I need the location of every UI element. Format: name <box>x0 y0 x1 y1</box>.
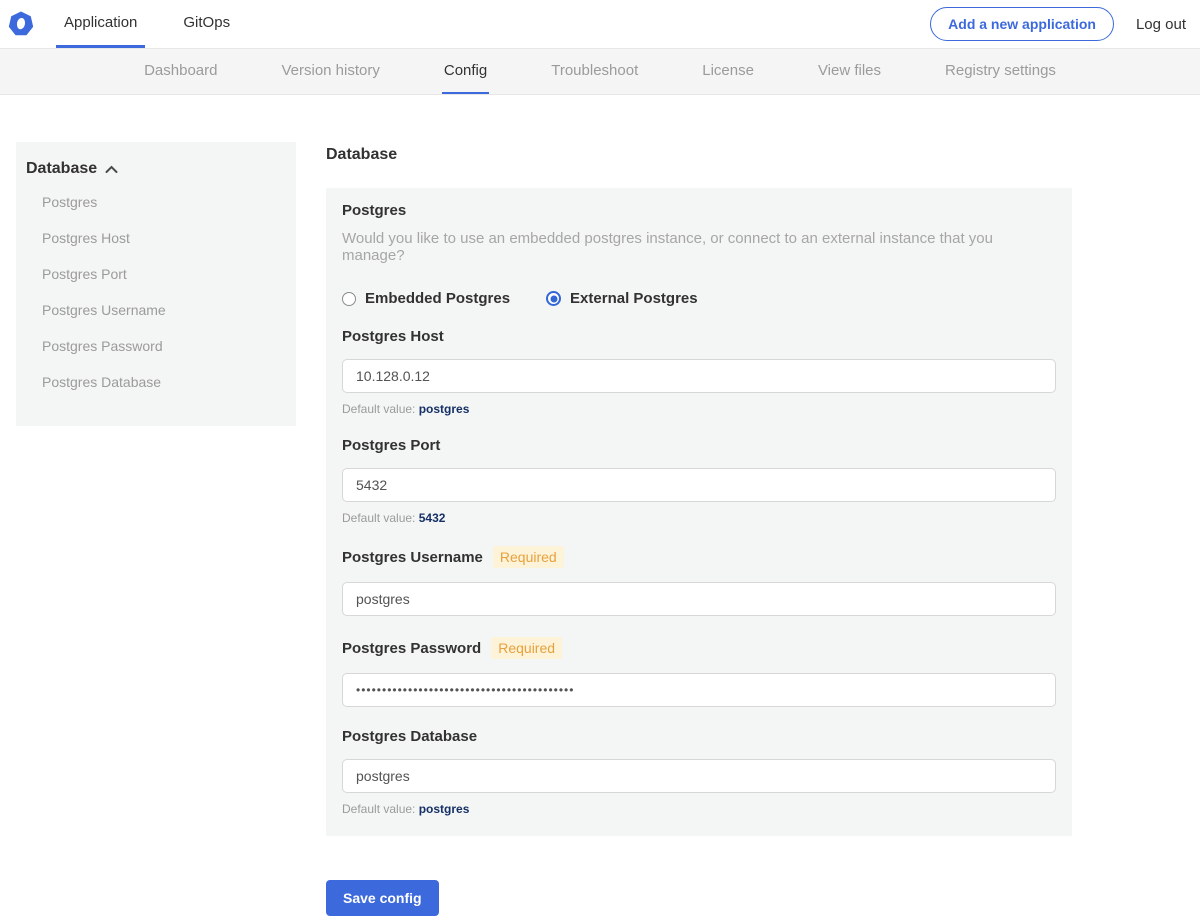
subnav-license[interactable]: License <box>700 49 756 94</box>
group-title: Postgres <box>342 202 407 219</box>
default-value-note: Default value: 5432 <box>342 511 446 525</box>
header-tabs: Application GitOps <box>48 0 260 48</box>
radio-unselected-icon <box>342 291 356 306</box>
radio-external-postgres[interactable]: External Postgres <box>546 290 698 307</box>
kots-logo-icon <box>8 11 34 36</box>
sidebar-group-database[interactable]: Database <box>26 160 286 178</box>
save-config-button[interactable]: Save config <box>326 880 439 916</box>
sidebar-item-postgres-host[interactable]: Postgres Host <box>26 220 286 256</box>
postgres-password-input[interactable] <box>342 673 1056 707</box>
field-label-postgres-port: Postgres Port <box>342 437 441 454</box>
sidebar-group-label: Database <box>26 160 98 177</box>
subnav-config[interactable]: Config <box>441 49 490 94</box>
required-badge: Required <box>492 546 564 568</box>
page-body: Database Postgres Postgres Host Postgres… <box>0 95 1200 916</box>
config-sidebar: Database Postgres Postgres Host Postgres… <box>16 142 296 426</box>
default-value-note: Default value: postgres <box>342 402 470 416</box>
tab-gitops[interactable]: GitOps <box>175 0 238 48</box>
sidebar-item-postgres-password[interactable]: Postgres Password <box>26 328 286 364</box>
subnav-dashboard[interactable]: Dashboard <box>142 49 219 94</box>
subnav-registry-settings[interactable]: Registry settings <box>943 49 1058 94</box>
subnav-version-history[interactable]: Version history <box>279 49 381 94</box>
sidebar-item-postgres-database[interactable]: Postgres Database <box>26 364 286 400</box>
header-right: Add a new application Log out <box>930 0 1200 48</box>
app-subnav: Dashboard Version history Config Trouble… <box>0 48 1200 95</box>
subnav-view-files[interactable]: View files <box>816 49 883 94</box>
app-logo[interactable] <box>0 0 48 48</box>
sidebar-item-postgres-port[interactable]: Postgres Port <box>26 256 286 292</box>
postgres-radio-group: Embedded Postgres External Postgres <box>342 290 1056 307</box>
postgres-username-input[interactable] <box>342 582 1056 616</box>
field-label-postgres-username: Postgres Username <box>342 548 483 566</box>
tab-application[interactable]: Application <box>56 0 146 48</box>
postgres-database-input[interactable] <box>342 759 1056 793</box>
subnav-troubleshoot[interactable]: Troubleshoot <box>549 49 640 94</box>
sidebar-item-postgres[interactable]: Postgres <box>26 184 286 220</box>
required-badge: Required <box>491 637 563 659</box>
field-label-postgres-password: Postgres Password <box>342 639 482 657</box>
sidebar-item-postgres-username[interactable]: Postgres Username <box>26 292 286 328</box>
top-header: Application GitOps Add a new application… <box>0 0 1200 48</box>
field-label-postgres-database: Postgres Database <box>342 728 478 745</box>
radio-selected-icon <box>546 291 562 306</box>
config-main: Database Postgres Would you like to use … <box>326 142 1072 916</box>
chevron-up-icon <box>105 165 118 174</box>
group-help-text: Would you like to use an embedded postgr… <box>342 230 993 264</box>
add-new-application-button[interactable]: Add a new application <box>930 7 1114 41</box>
radio-embedded-postgres[interactable]: Embedded Postgres <box>342 290 510 307</box>
field-label-postgres-host: Postgres Host <box>342 328 444 345</box>
postgres-host-input[interactable] <box>342 359 1056 393</box>
postgres-port-input[interactable] <box>342 468 1056 502</box>
radio-label: Embedded Postgres <box>365 290 511 307</box>
default-value-note: Default value: postgres <box>342 802 470 816</box>
log-out-link[interactable]: Log out <box>1136 16 1186 33</box>
section-title: Database <box>326 146 398 163</box>
radio-label: External Postgres <box>570 290 698 307</box>
postgres-group-box: Postgres Would you like to use an embedd… <box>326 188 1072 836</box>
